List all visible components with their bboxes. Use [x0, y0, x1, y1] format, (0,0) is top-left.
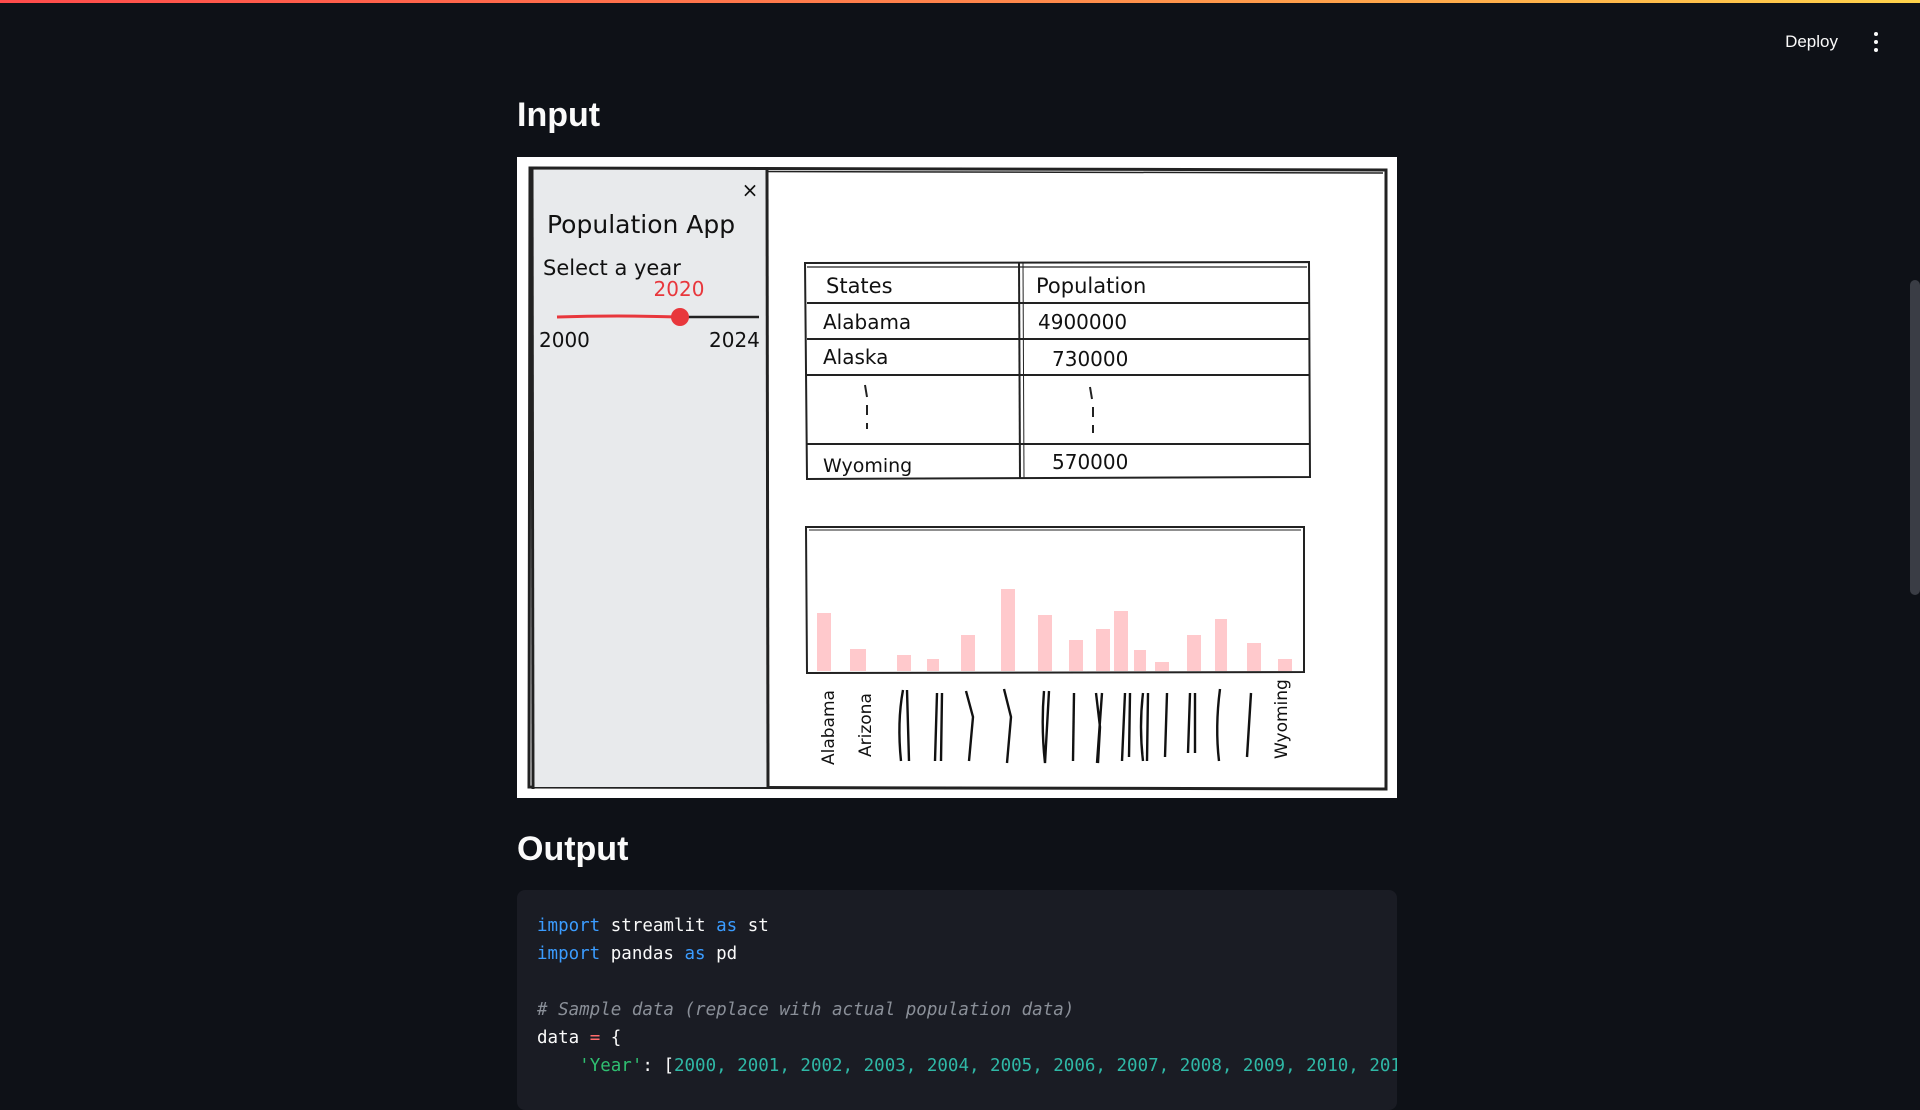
input-sketch-image: × Population App Select a year 2020 2000… [517, 157, 1397, 798]
bar [1215, 619, 1227, 671]
table-cell: 4900000 [1038, 310, 1127, 334]
bar [1038, 615, 1052, 671]
sketch-slider-value: 2020 [654, 277, 705, 301]
table-cell: Alabama [823, 310, 911, 334]
more-options-icon[interactable] [1866, 28, 1886, 56]
sidebar-close-icon: × [742, 178, 759, 202]
bar [1001, 589, 1015, 671]
sketch-table: States Population Alabama 4900000 Alaska… [803, 260, 1312, 481]
table-cell: 730000 [1052, 347, 1128, 371]
table-header-states: States [826, 274, 893, 298]
top-accent-bar [0, 0, 1920, 3]
table-header-population: Population [1036, 274, 1146, 298]
bar [1247, 643, 1261, 671]
sketch-app-title: Population App [547, 210, 735, 239]
table-cell: Wyoming [823, 455, 912, 477]
bar-label-placeholders [898, 688, 1253, 764]
bar [927, 659, 939, 671]
output-heading: Output [517, 830, 629, 868]
table-cell: 570000 [1052, 450, 1128, 474]
sketch-slider-handle [671, 308, 689, 326]
deploy-button[interactable]: Deploy [1777, 26, 1846, 58]
bar-label: Wyoming [1272, 679, 1292, 759]
bar [1096, 629, 1110, 671]
bar [1114, 611, 1128, 671]
code-text: import streamlit as st import pandas as … [537, 916, 1397, 1076]
bar [961, 635, 975, 671]
bar [1134, 650, 1146, 671]
page-scrollbar[interactable] [1910, 280, 1920, 595]
bar [850, 649, 866, 671]
sketch-bar-chart: Alabama Arizona Wyoming [804, 526, 1305, 765]
bar [1278, 659, 1292, 671]
code-block[interactable]: import streamlit as st import pandas as … [517, 890, 1397, 1110]
bar-label: Arizona [856, 693, 876, 757]
table-cell: Alaska [823, 345, 888, 369]
bar [1155, 662, 1169, 671]
sketch-slider-min: 2000 [539, 328, 590, 352]
sketch-slider-max: 2024 [709, 328, 760, 352]
bar-label: Alabama [819, 690, 839, 765]
bar [897, 655, 911, 671]
bar [817, 613, 831, 671]
header-actions: Deploy [1777, 26, 1886, 58]
bar [1187, 635, 1201, 671]
input-heading: Input [517, 96, 601, 134]
bar [1069, 640, 1083, 671]
